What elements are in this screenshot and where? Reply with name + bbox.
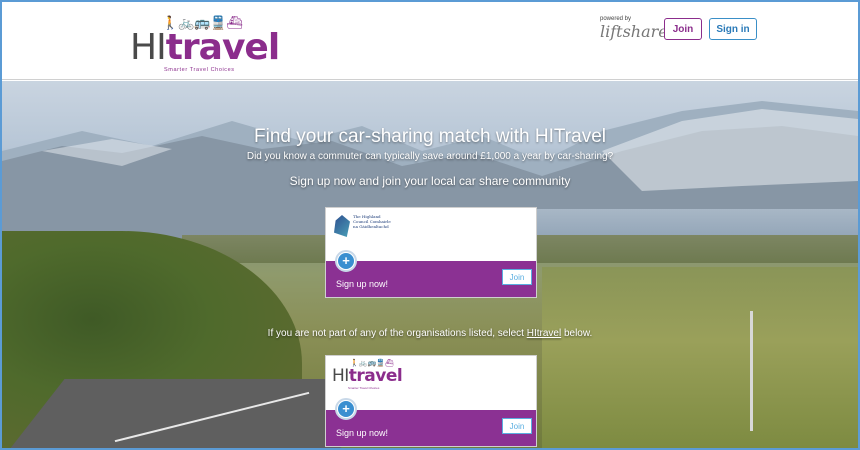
note-text-after: below.: [561, 328, 593, 339]
mini-logo-travel: travel: [348, 366, 403, 386]
site-header: 🚶 🚲 🚌 🚆 ⛴ HItravel Smarter Travel Choice…: [2, 2, 858, 80]
plus-icon: +: [338, 401, 354, 417]
hero-cta: Sign up now and join your local car shar…: [289, 174, 571, 188]
council-name: The Highland Council Comhairle na Gàidhe…: [353, 214, 391, 229]
card-join-button[interactable]: Join: [502, 418, 532, 434]
logo-wordmark: HItravel: [130, 27, 280, 68]
logo-hi: HI: [130, 27, 167, 68]
hitravel-logo[interactable]: 🚶 🚲 🚌 🚆 ⛴ HItravel Smarter Travel Choice…: [130, 16, 280, 74]
card-logo-area: 🚶🚲🚌🚆⛴ HItravel Smarter Travel Choices: [326, 356, 536, 411]
hero-title: Find your car-sharing match with HITrave…: [254, 126, 606, 147]
sign-in-button[interactable]: Sign in: [709, 18, 757, 40]
mini-logo-hi: HI: [332, 366, 349, 386]
note-text-before: If you are not part of any of the organi…: [267, 328, 527, 339]
powered-by-liftshare[interactable]: powered by liftshare: [600, 16, 668, 41]
hero-banner: Find your car-sharing match with HITrave…: [2, 81, 858, 448]
hitravel-link[interactable]: HItravel: [527, 328, 561, 339]
card-logo-area: The Highland Council Comhairle na Gàidhe…: [326, 208, 536, 263]
field-right: [542, 267, 858, 448]
card-signup-label: Sign up now!: [336, 279, 389, 289]
hero-subtitle: Did you know a commuter can typically sa…: [246, 151, 614, 162]
logo-tagline: Smarter Travel Choices: [164, 67, 235, 73]
liftshare-logo: liftshare: [600, 22, 668, 41]
logo-travel: travel: [165, 27, 280, 68]
plus-icon: +: [338, 253, 354, 269]
hitravel-mini-logo: 🚶🚲🚌🚆⛴ HItravel Smarter Travel Choices: [332, 360, 403, 390]
card-join-button[interactable]: Join: [502, 269, 532, 285]
card-add-button[interactable]: +: [335, 398, 357, 420]
card-band: Sign up now! Join: [326, 261, 536, 297]
card-signup-label: Sign up now!: [336, 428, 389, 438]
council-emblem-icon: [334, 215, 350, 237]
hero-note: If you are not part of any of the organi…: [2, 328, 858, 339]
join-button[interactable]: Join: [664, 18, 702, 40]
mini-logo-tagline: Smarter Travel Choices: [348, 386, 380, 390]
org-card-hitravel[interactable]: 🚶🚲🚌🚆⛴ HItravel Smarter Travel Choices Si…: [325, 355, 537, 447]
card-add-button[interactable]: +: [335, 250, 357, 272]
page-frame: 🚶 🚲 🚌 🚆 ⛴ HItravel Smarter Travel Choice…: [0, 0, 860, 450]
highland-council-logo: The Highland Council Comhairle na Gàidhe…: [334, 213, 394, 239]
mini-wordmark: HItravel: [332, 366, 403, 386]
org-card-highland-council[interactable]: The Highland Council Comhairle na Gàidhe…: [325, 207, 537, 298]
card-band: Sign up now! Join: [326, 410, 536, 446]
